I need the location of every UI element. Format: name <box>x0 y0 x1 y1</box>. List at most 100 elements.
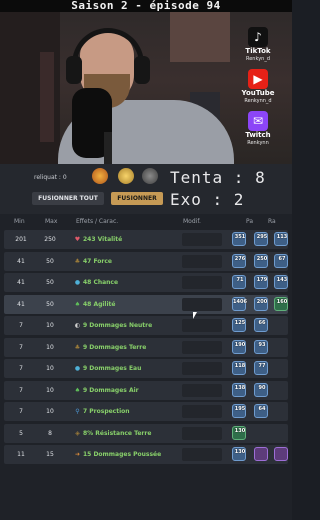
stat-icon: ⚲ <box>75 408 80 415</box>
effect-label: ◐ 9 Dommages Neutre <box>74 316 152 335</box>
stat-icon: ♣ <box>74 343 81 351</box>
rune-count: 143 <box>276 277 288 283</box>
rune-icon[interactable]: 160 <box>274 296 288 311</box>
rune-icon[interactable]: 77 <box>254 361 268 375</box>
rune-icon[interactable]: 118 <box>232 361 246 375</box>
rune-icon[interactable]: 67 <box>274 253 288 268</box>
social-youtube: ▶ YouTube Renkynn_d <box>228 68 288 105</box>
rune-count: 138 <box>234 384 246 391</box>
modif-box <box>182 340 222 354</box>
rune-icon[interactable]: 66 <box>254 318 268 332</box>
min-value: 7 <box>19 343 23 351</box>
header-pa: Pa <box>246 218 254 225</box>
rune-count: 93 <box>258 341 266 348</box>
effect-label: ♠ 48 Agilité <box>74 295 116 314</box>
max-value: 10 <box>46 322 54 329</box>
rune-icon[interactable]: 179 <box>254 275 268 289</box>
table-row[interactable]: 41 50 ♠ 48 Agilité 1406 200 160 <box>4 294 288 314</box>
min-value: 7 <box>19 386 23 394</box>
rune-count: 200 <box>256 298 268 305</box>
rune-icon[interactable]: 113 <box>274 232 288 246</box>
exo-counter: Exo : 2 <box>170 190 245 209</box>
table-row[interactable]: 5 8 ◈ 8% Résistance Terre 130 <box>4 423 288 443</box>
rune-icon[interactable]: 130 <box>232 425 246 440</box>
rune-count: 295 <box>256 234 268 240</box>
stat-icon: ♠ <box>74 300 81 308</box>
modif-box <box>182 297 222 311</box>
table-row[interactable]: 201 250 ♥ 243 Vitalité 351 295 113 <box>4 230 288 249</box>
rune-icon[interactable]: 64 <box>254 404 268 418</box>
rune-icon[interactable]: 295 <box>254 232 268 246</box>
table-row[interactable]: 7 10 ⚲ 7 Prospection 195 64 <box>4 402 288 421</box>
table-row[interactable]: 7 10 ◐ 9 Dommages Neutre 125 66 <box>4 316 288 335</box>
effect-text: 9 Dommages Eau <box>83 365 142 372</box>
modif-box <box>182 276 222 289</box>
stat-icon: ● <box>74 365 81 372</box>
rune-icon[interactable]: 1406 <box>232 296 247 311</box>
youtube-icon: ▶ <box>248 69 268 89</box>
feather-icon[interactable] <box>142 168 158 184</box>
max-value: 8 <box>48 429 52 437</box>
rune-icon[interactable]: 90 <box>254 382 268 397</box>
max-value: 10 <box>46 343 54 351</box>
rune-icon[interactable]: 351 <box>232 232 246 246</box>
headset-ear-right <box>134 56 150 84</box>
max-value: 250 <box>44 236 56 243</box>
modif-box <box>182 383 222 397</box>
rune-count: 179 <box>256 277 268 283</box>
social-handle: Renkynn <box>247 140 269 146</box>
fusionner-button[interactable]: FUSIONNER <box>111 192 163 205</box>
rune-icon[interactable]: 93 <box>254 339 268 354</box>
rune-count: 250 <box>256 255 268 262</box>
forge-toolbar: reliquat : 0 FUSIONNER TOUT FUSIONNER Te… <box>0 164 292 214</box>
rune-count: 1406 <box>233 298 247 305</box>
tiktok-icon: ♪ <box>248 27 268 47</box>
fusionner-tout-button[interactable]: FUSIONNER TOUT <box>32 192 104 205</box>
rune-icon[interactable] <box>254 447 268 461</box>
modif-box <box>182 233 222 246</box>
effect-label: ♠ 9 Dommages Air <box>74 381 139 400</box>
effect-text: 48 Chance <box>83 279 119 286</box>
rune-icon[interactable]: 138 <box>232 382 246 397</box>
rune-icon[interactable] <box>274 447 288 461</box>
shelf <box>40 52 54 142</box>
rune-count: 90 <box>258 384 266 391</box>
table-row[interactable]: 41 50 ♣ 47 Force 276 250 67 <box>4 251 288 271</box>
item-slot-icon[interactable] <box>92 168 108 184</box>
max-value: 10 <box>46 365 54 372</box>
stat-icon: ♠ <box>74 386 81 394</box>
effect-text: 15 Dommages Poussée <box>83 451 162 458</box>
social-name: TikTok <box>245 47 271 55</box>
header-min: Min <box>14 218 25 225</box>
rune-icon[interactable]: 195 <box>232 404 246 418</box>
rune-icon[interactable]: 130 <box>232 447 246 461</box>
effect-text: 9 Dommages Neutre <box>83 322 153 329</box>
stats-table: Min Max Effets / Carac. Modif. Pa Ra 201… <box>0 214 292 520</box>
effect-label: ● 48 Chance <box>74 273 118 292</box>
social-overlay: ♪ TikTok Renkyn_d ▶ YouTube Renkynn_d ✉ … <box>222 12 292 164</box>
rune-count: 190 <box>234 341 246 348</box>
table-row[interactable]: 7 10 ● 9 Dommages Eau 118 77 <box>4 359 288 378</box>
rune-icon[interactable]: 125 <box>232 318 246 332</box>
effect-text: 243 Vitalité <box>83 236 123 243</box>
min-value: 7 <box>19 408 23 415</box>
rune-icon[interactable]: 190 <box>232 339 246 354</box>
rune-count: 130 <box>234 449 246 455</box>
rune-count: 67 <box>278 255 286 262</box>
stat-icon: ◐ <box>74 322 81 329</box>
rune-icon[interactable]: 71 <box>232 275 246 289</box>
rune-icon[interactable]: 276 <box>232 253 246 268</box>
max-value: 50 <box>46 300 54 308</box>
social-name: Twitch <box>245 131 271 139</box>
table-row[interactable]: 7 10 ♠ 9 Dommages Air 138 90 <box>4 380 288 400</box>
microphone-arm <box>104 132 112 164</box>
table-row[interactable]: 7 10 ♣ 9 Dommages Terre 190 93 <box>4 337 288 357</box>
effect-label: ♣ 9 Dommages Terre <box>74 338 147 357</box>
rune-bag-icon[interactable] <box>118 168 134 184</box>
rune-icon[interactable]: 250 <box>254 253 268 268</box>
rune-icon[interactable]: 143 <box>274 275 288 289</box>
table-row[interactable]: 11 15 ➜ 15 Dommages Poussée 130 <box>4 445 288 464</box>
rune-count: 351 <box>234 234 246 240</box>
rune-icon[interactable]: 200 <box>254 296 268 311</box>
table-row[interactable]: 41 50 ● 48 Chance 71 179 143 <box>4 273 288 292</box>
